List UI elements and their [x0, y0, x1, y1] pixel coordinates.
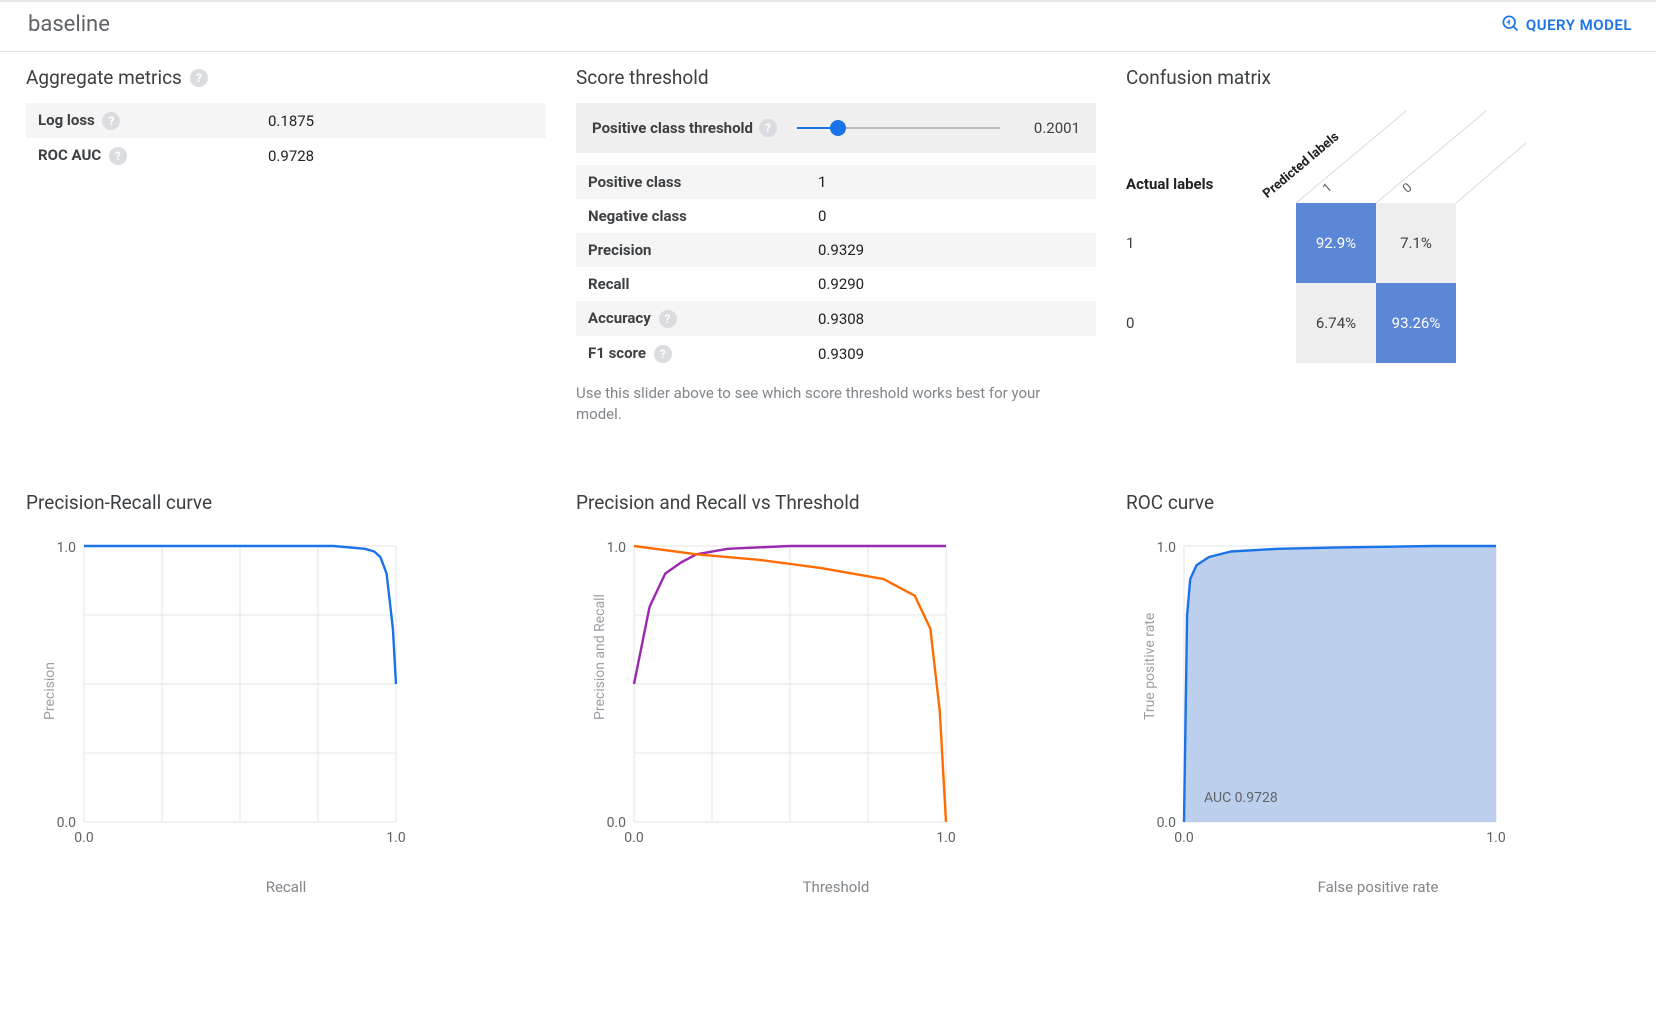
- aggregate-title: Aggregate metrics ?: [26, 66, 546, 89]
- threshold-title: Score threshold: [576, 66, 1096, 89]
- svg-text:AUC 0.9728: AUC 0.9728: [1204, 790, 1278, 806]
- slider-thumb[interactable]: [830, 120, 846, 136]
- svg-text:1.0: 1.0: [936, 830, 956, 846]
- help-icon[interactable]: ?: [759, 119, 777, 137]
- confusion-cell: 92.9%: [1296, 203, 1376, 283]
- confusion-cell: 93.26%: [1376, 283, 1456, 363]
- threshold-helper: Use this slider above to see which score…: [576, 383, 1076, 425]
- page-title: baseline: [28, 12, 110, 37]
- aggregate-metrics-table: Log loss ? 0.1875 ROC AUC ? 0.9728: [26, 103, 546, 173]
- prt-chart: Precision and Recall 1.00.00.01.0: [576, 528, 1096, 848]
- help-icon[interactable]: ?: [659, 310, 677, 328]
- query-model-button[interactable]: QUERY MODEL: [1500, 13, 1632, 37]
- svg-text:1.0: 1.0: [1157, 540, 1177, 556]
- roc-chart-title: ROC curve: [1126, 491, 1630, 514]
- svg-text:1.0: 1.0: [386, 830, 406, 846]
- query-model-label: QUERY MODEL: [1526, 16, 1632, 34]
- help-icon[interactable]: ?: [654, 345, 672, 363]
- help-icon[interactable]: ?: [190, 69, 208, 87]
- query-model-icon: [1500, 13, 1520, 37]
- confusion-predicted-header: Predicted labels 1 0: [1296, 103, 1456, 203]
- svg-text:0.0: 0.0: [1157, 815, 1177, 831]
- svg-text:1.0: 1.0: [1486, 830, 1506, 846]
- help-icon[interactable]: ?: [109, 147, 127, 165]
- table-row: ROC AUC ? 0.9728: [26, 138, 546, 173]
- confusion-cell: 7.1%: [1376, 203, 1456, 283]
- confusion-matrix: Actual labels Predicted labels 1 0 1 92.…: [1126, 103, 1630, 363]
- table-row: Log loss ? 0.1875: [26, 103, 546, 138]
- svg-text:0.0: 0.0: [57, 815, 77, 831]
- pr-chart: Precision 1.00.00.01.0: [26, 528, 546, 848]
- roc-chart: True positive rate 1.00.00.01.0AUC 0.972…: [1126, 528, 1630, 848]
- help-icon[interactable]: ?: [102, 112, 120, 130]
- svg-text:1.0: 1.0: [607, 540, 627, 556]
- svg-text:0.0: 0.0: [1174, 830, 1194, 846]
- pr-chart-title: Precision-Recall curve: [26, 491, 546, 514]
- confusion-title: Confusion matrix: [1126, 66, 1630, 89]
- svg-text:1.0: 1.0: [57, 540, 77, 556]
- threshold-slider-row: Positive class threshold ? 0.2001: [576, 103, 1096, 153]
- threshold-table: Positive class1 Negative class0 Precisio…: [576, 165, 1096, 371]
- page-header: baseline QUERY MODEL: [0, 0, 1656, 52]
- threshold-slider[interactable]: [797, 127, 1000, 129]
- svg-text:0.0: 0.0: [607, 815, 627, 831]
- svg-text:0.0: 0.0: [624, 830, 644, 846]
- svg-text:0.0: 0.0: [74, 830, 94, 846]
- prt-chart-title: Precision and Recall vs Threshold: [576, 491, 1096, 514]
- confusion-cell: 6.74%: [1296, 283, 1376, 363]
- threshold-value: 0.2001: [1020, 119, 1080, 137]
